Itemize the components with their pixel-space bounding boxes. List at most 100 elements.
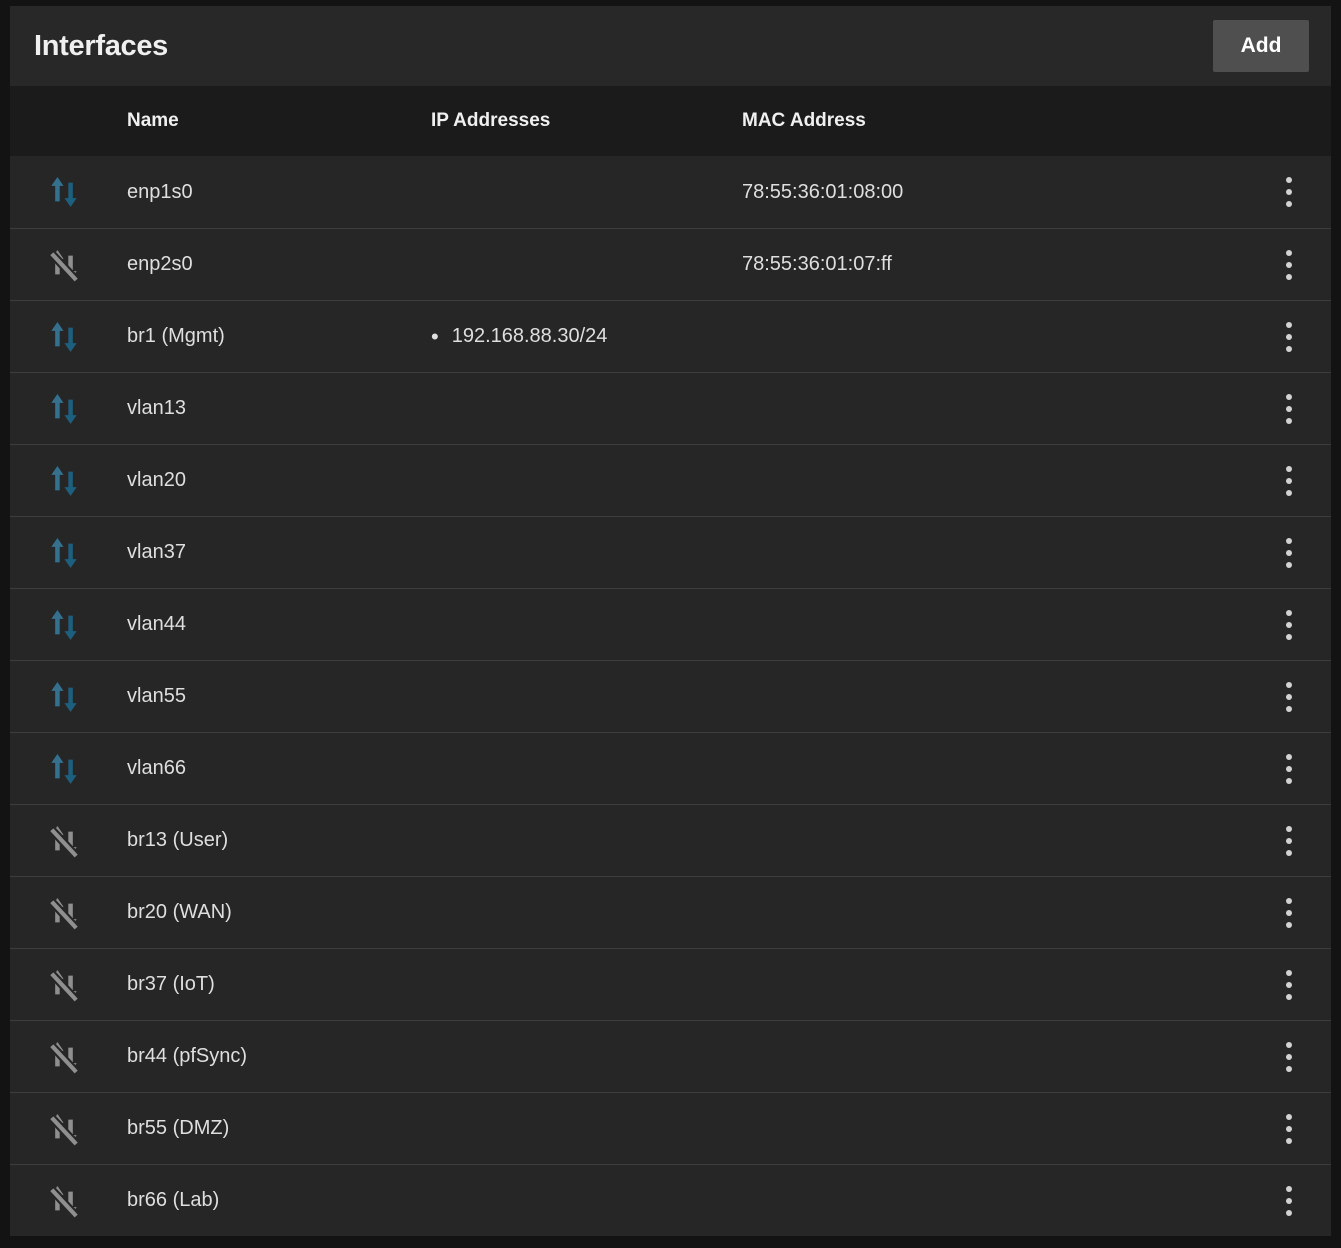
kebab-dot [1286,994,1292,1000]
table-row[interactable]: br1 (Mgmt) 192.168.88.30/24 [10,300,1331,372]
kebab-dot [1286,838,1292,844]
kebab-dot [1286,898,1292,904]
kebab-dot [1286,610,1292,616]
row-actions-menu-button[interactable] [1272,530,1306,576]
kebab-dot [1286,694,1292,700]
kebab-dot [1286,177,1292,183]
row-actions-menu-button[interactable] [1272,1178,1306,1224]
table-row[interactable]: br66 (Lab) [10,1164,1331,1236]
kebab-dot [1286,1198,1292,1204]
row-actions-menu-button[interactable] [1272,386,1306,432]
column-header-mac-address: MAC Address [732,110,1236,132]
table-row[interactable]: vlan55 [10,660,1331,732]
row-actions-menu-button[interactable] [1272,242,1306,288]
table-row[interactable]: vlan37 [10,516,1331,588]
interface-name: vlan44 [117,613,421,636]
interface-name: br20 (WAN) [117,901,421,924]
interface-name: br13 (User) [117,829,421,852]
table-header-row: Name IP Addresses MAC Address [10,86,1331,156]
row-actions-menu-button[interactable] [1272,602,1306,648]
ip-address-list: 192.168.88.30/24 [431,324,732,350]
traffic-disabled-icon [49,246,79,284]
kebab-dot [1286,1186,1292,1192]
interface-name: enp2s0 [117,253,421,276]
interface-name: br1 (Mgmt) [117,325,421,348]
add-interface-button[interactable]: Add [1213,20,1309,72]
kebab-dot [1286,1126,1292,1132]
traffic-up-down-icon [49,390,79,428]
row-actions-menu-button[interactable] [1272,746,1306,792]
interface-name: br44 (pfSync) [117,1045,421,1068]
interface-name: br55 (DMZ) [117,1117,421,1140]
kebab-dot [1286,250,1292,256]
kebab-dot [1286,418,1292,424]
kebab-dot [1286,538,1292,544]
kebab-dot [1286,201,1292,207]
row-actions-menu-button[interactable] [1272,314,1306,360]
traffic-disabled-icon [49,1182,79,1220]
interface-name: br37 (IoT) [117,973,421,996]
kebab-dot [1286,322,1292,328]
interface-name: enp1s0 [117,181,421,204]
kebab-dot [1286,706,1292,712]
kebab-dot [1286,490,1292,496]
table-row[interactable]: vlan66 [10,732,1331,804]
interface-name: br66 (Lab) [117,1189,421,1212]
traffic-disabled-icon [49,1110,79,1148]
row-actions-menu-button[interactable] [1272,818,1306,864]
table-row[interactable]: br44 (pfSync) [10,1020,1331,1092]
table-row[interactable]: enp1s0 78:55:36:01:08:00 [10,156,1331,228]
row-actions-menu-button[interactable] [1272,890,1306,936]
interface-name: vlan13 [117,397,421,420]
row-actions-menu-button[interactable] [1272,962,1306,1008]
kebab-dot [1286,1210,1292,1216]
kebab-dot [1286,562,1292,568]
table-row[interactable]: vlan13 [10,372,1331,444]
interface-name: vlan20 [117,469,421,492]
kebab-dot [1286,982,1292,988]
traffic-up-down-icon [49,678,79,716]
kebab-dot [1286,394,1292,400]
kebab-dot [1286,826,1292,832]
kebab-dot [1286,634,1292,640]
kebab-dot [1286,1138,1292,1144]
traffic-up-down-icon [49,750,79,788]
kebab-dot [1286,274,1292,280]
kebab-dot [1286,778,1292,784]
mac-address: 78:55:36:01:08:00 [732,181,1236,204]
row-actions-menu-button[interactable] [1272,1034,1306,1080]
row-actions-menu-button[interactable] [1272,169,1306,215]
interface-name: vlan37 [117,541,421,564]
kebab-dot [1286,1066,1292,1072]
table-row[interactable]: br20 (WAN) [10,876,1331,948]
traffic-up-down-icon [49,606,79,644]
kebab-dot [1286,1042,1292,1048]
kebab-dot [1286,478,1292,484]
page-title: Interfaces [34,30,168,63]
kebab-dot [1286,910,1292,916]
table-row[interactable]: br13 (User) [10,804,1331,876]
row-actions-menu-button[interactable] [1272,458,1306,504]
interface-name: vlan66 [117,757,421,780]
table-row[interactable]: vlan20 [10,444,1331,516]
table-row[interactable]: vlan44 [10,588,1331,660]
kebab-dot [1286,766,1292,772]
traffic-disabled-icon [49,894,79,932]
kebab-dot [1286,1114,1292,1120]
traffic-up-down-icon [49,318,79,356]
kebab-dot [1286,550,1292,556]
traffic-up-down-icon [49,534,79,572]
mac-address: 78:55:36:01:07:ff [732,253,1236,276]
table-row[interactable]: br37 (IoT) [10,948,1331,1020]
traffic-up-down-icon [49,173,79,211]
kebab-dot [1286,622,1292,628]
traffic-disabled-icon [49,1038,79,1076]
kebab-dot [1286,334,1292,340]
row-actions-menu-button[interactable] [1272,674,1306,720]
kebab-dot [1286,754,1292,760]
kebab-dot [1286,262,1292,268]
table-row[interactable]: enp2s0 78:55:36:01:07:ff [10,228,1331,300]
table-row[interactable]: br55 (DMZ) [10,1092,1331,1164]
row-actions-menu-button[interactable] [1272,1106,1306,1152]
kebab-dot [1286,922,1292,928]
